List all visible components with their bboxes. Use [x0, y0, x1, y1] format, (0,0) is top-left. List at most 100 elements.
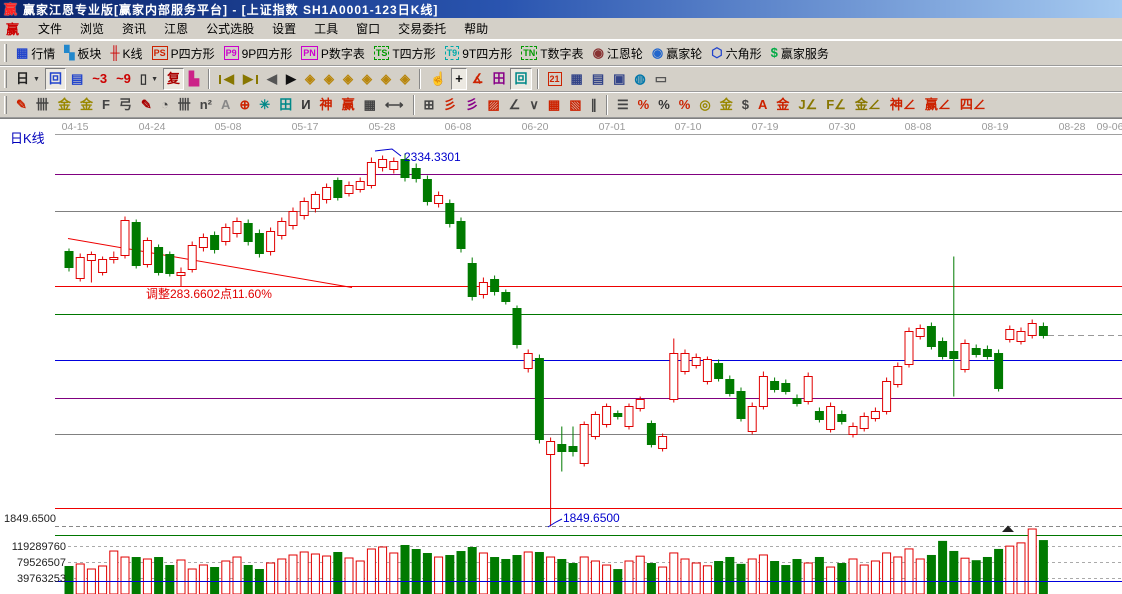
n-squared-button[interactable]: n² [196, 94, 216, 116]
diamond-left-button[interactable]: ◈ [301, 68, 319, 90]
kline-button[interactable]: ╫K线 [106, 42, 146, 64]
percent-button[interactable]: % [654, 94, 674, 116]
save-button[interactable]: ▣ [609, 68, 629, 90]
9p-square-button[interactable]: P99P四方形 [220, 42, 297, 64]
gold-circle-button[interactable]: ◎ [695, 94, 714, 116]
gann-shape-button[interactable]: 回 [510, 68, 531, 90]
diamond-hexpand-button[interactable]: ◈ [339, 68, 357, 90]
wave-a-button[interactable]: A [754, 94, 771, 116]
chart-area[interactable]: 04-1504-2405-0805-1705-2806-0806-2007-01… [0, 118, 1122, 594]
t-square-button[interactable]: TST四方形 [370, 42, 440, 64]
box-chart-button[interactable]: ⊞ [420, 94, 439, 116]
hexagon-button[interactable]: ⬡六角形 [707, 42, 765, 64]
gold-under-button[interactable]: 金 [772, 94, 793, 116]
angle-measure-button[interactable]: ∡ [468, 68, 488, 90]
winner-service-button[interactable]: $赢家服务 [767, 42, 833, 64]
menu-window[interactable]: 窗口 [347, 17, 389, 40]
network-button[interactable]: ◍ [630, 68, 649, 90]
notes-button[interactable]: ▤ [588, 68, 608, 90]
menu-tools[interactable]: 工具 [305, 17, 347, 40]
angle-lines-button[interactable]: ∠ [505, 94, 525, 116]
zoom-overlap-button[interactable]: 回 [45, 68, 66, 90]
9t-square-button[interactable]: T99T四方形 [441, 42, 517, 64]
spiral-button[interactable]: 弓 [115, 94, 136, 116]
win-tool-button[interactable]: 赢 [338, 94, 359, 116]
fan-red-button[interactable]: 彡 [439, 94, 460, 116]
first-page-button[interactable]: ◀ [215, 68, 238, 90]
grid-arrow-button[interactable]: ▧ [565, 94, 585, 116]
toolbar-grip[interactable] [4, 44, 7, 62]
shen-angle-button[interactable]: 神∠ [886, 94, 920, 116]
fan-a-button[interactable]: A [217, 94, 234, 116]
menu-formula-stock-pick[interactable]: 公式选股 [197, 17, 263, 40]
circle-cross-button[interactable]: ⊕ [235, 94, 254, 116]
toolbar-grip[interactable] [4, 70, 7, 88]
distribution-chart-button[interactable]: ▙ [185, 68, 203, 90]
p-square-button[interactable]: PSP四方形 [148, 42, 219, 64]
menu-help[interactable]: 帮助 [455, 17, 497, 40]
winner-wheel-button[interactable]: ◉赢家轮 [648, 42, 706, 64]
hollow-candle-dropdown[interactable]: ▯▼ [136, 68, 162, 90]
menu-trade[interactable]: 交易委托 [389, 17, 455, 40]
diamond-right-button[interactable]: ◈ [320, 68, 338, 90]
gann-wheel-button[interactable]: ◉江恩轮 [589, 42, 647, 64]
wave-v-button[interactable]: ∨ [525, 94, 543, 116]
comb-grid2-button[interactable]: 卌 [174, 94, 195, 116]
wave-mark-button[interactable]: И [297, 94, 314, 116]
menu-news[interactable]: 资讯 [113, 17, 155, 40]
toolbar-grip[interactable] [4, 96, 7, 114]
shen-tool-button[interactable]: 神 [316, 94, 337, 116]
sectors-button[interactable]: ▚板块 [60, 42, 105, 64]
pan-hand-button[interactable]: ☝ [426, 68, 450, 90]
ma3-button[interactable]: ~3 [88, 68, 111, 90]
next-button[interactable]: ▶ [282, 68, 300, 90]
prev-button[interactable]: ◀ [263, 68, 281, 90]
f-angle-button[interactable]: F∠ [822, 94, 850, 116]
four-angle-button[interactable]: 四∠ [956, 94, 990, 116]
f-grid-button[interactable]: F [98, 94, 114, 116]
fan-box-button[interactable]: ▨ [483, 94, 503, 116]
gann-grid-button[interactable]: 田 [488, 68, 509, 90]
menu-browse[interactable]: 浏览 [71, 17, 113, 40]
price-pencil-button[interactable]: $ [738, 94, 753, 116]
win-angle-button[interactable]: 赢∠ [921, 94, 955, 116]
percent-strike-button[interactable]: % [634, 94, 654, 116]
calendar-button[interactable]: 21 [544, 68, 566, 90]
time-cycle-button[interactable]: ◔ [157, 94, 173, 116]
star-grid-button[interactable]: ✳ [255, 94, 274, 116]
gold-level-button[interactable]: 金 [716, 94, 737, 116]
period-day-dropdown[interactable]: 日▼ [12, 68, 44, 90]
comb-grid-button[interactable]: 卌 [32, 94, 53, 116]
ruler-scale-button[interactable]: ☰ [613, 94, 633, 116]
diamond-star-button[interactable]: ◈ [396, 68, 414, 90]
ma9-button[interactable]: ~9 [112, 68, 135, 90]
p-number-table-button[interactable]: PNP数字表 [297, 42, 369, 64]
grid-123-button[interactable]: ▦ [360, 94, 380, 116]
red-pencil-button[interactable]: ✎ [137, 94, 156, 116]
draw-pencil-button[interactable]: ✎ [12, 94, 31, 116]
grid-red-button[interactable]: ▦ [544, 94, 564, 116]
menu-gann[interactable]: 江恩 [155, 17, 197, 40]
last-page-button[interactable]: ▶ [239, 68, 262, 90]
price-chart-svg[interactable]: 04-1504-2405-0805-1705-2806-0806-2007-01… [0, 119, 1122, 594]
t-number-table-button[interactable]: TNT数字表 [517, 42, 587, 64]
percent-level-button[interactable]: % [675, 94, 695, 116]
quotes-button[interactable]: ▦行情 [12, 42, 59, 64]
calculator-button[interactable]: ▦ [567, 68, 587, 90]
j-angle-button[interactable]: J∠ [794, 94, 821, 116]
parallel-lines-button[interactable]: ∥ [587, 94, 602, 116]
menu-settings[interactable]: 设置 [263, 17, 305, 40]
adjust-price-button[interactable]: 复 [163, 68, 184, 90]
fan-purple-button[interactable]: 彡 [461, 94, 482, 116]
crosshair-button[interactable]: + [451, 68, 467, 90]
box-grid-button[interactable]: 田 [275, 94, 296, 116]
gold-comb-button[interactable]: 金 [54, 94, 75, 116]
gold-comb2-button[interactable]: 金 [76, 94, 97, 116]
diamond-cross-button[interactable]: ◈ [358, 68, 376, 90]
menu-file[interactable]: 文件 [29, 17, 71, 40]
width-arrows-button[interactable]: ⟷ [381, 94, 408, 116]
info-panel-button[interactable]: ▤ [67, 68, 87, 90]
print-button[interactable]: ▭ [651, 68, 671, 90]
gold-angle-button[interactable]: 金∠ [851, 94, 885, 116]
diamond-compress-button[interactable]: ◈ [377, 68, 395, 90]
